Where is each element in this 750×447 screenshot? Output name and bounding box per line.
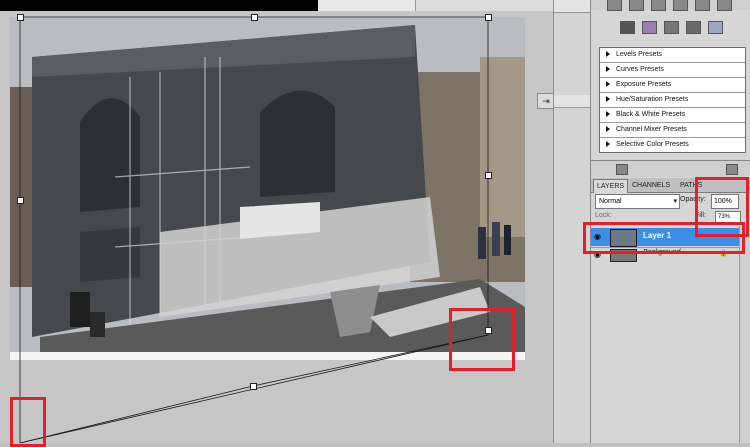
worker-figure: [90, 312, 105, 337]
adjustment-icon[interactable]: [717, 0, 732, 11]
preset-expand-icon: [606, 126, 610, 133]
panel-footer: [591, 160, 750, 177]
preset-expand-icon: [606, 111, 610, 118]
transform-handle-top-left[interactable]: [17, 14, 24, 21]
presets-list: Levels Presets Curves Presets Exposure P…: [599, 47, 746, 153]
adjustments-layers-panel: Levels Presets Curves Presets Exposure P…: [590, 0, 750, 443]
opacity-label: Opacity:: [680, 196, 706, 203]
panel-dock-divider: [553, 0, 591, 443]
dock-segment: [554, 95, 591, 108]
document-window-titlebar: [0, 0, 318, 11]
tab-paths[interactable]: PATHS: [677, 179, 705, 192]
layer-thumbnail: [610, 229, 637, 247]
adjustments-toolbar: [591, 18, 750, 38]
adjustment-icon[interactable]: [642, 21, 657, 34]
transform-handle-middle-left[interactable]: [17, 197, 24, 204]
adjustments-toolbar-top: [591, 0, 750, 11]
adjustment-icon[interactable]: [686, 21, 701, 34]
worker-figure: [70, 292, 90, 327]
transform-handle-bottom-right[interactable]: [485, 327, 492, 334]
preset-item[interactable]: Exposure Presets: [600, 78, 745, 93]
panel-footer-icon[interactable]: [726, 164, 738, 175]
chevron-down-icon: ▾: [673, 198, 677, 205]
street-building-left: [10, 87, 35, 287]
document-window-strip: [318, 0, 418, 11]
adjustment-icon[interactable]: [673, 0, 688, 11]
layer-name: Layer 1: [643, 231, 672, 240]
adjustment-icon[interactable]: [629, 0, 644, 11]
eye-icon[interactable]: ◉: [594, 232, 604, 241]
adjustment-icon[interactable]: [708, 21, 723, 34]
street-building-far-right: [480, 57, 525, 237]
pedestrian: [478, 227, 486, 259]
preset-expand-icon: [606, 96, 610, 103]
photo-composite: [10, 17, 525, 356]
lock-row: Lock: Fill: 73%: [595, 211, 747, 224]
dock-segment: [554, 0, 591, 13]
layered-photo[interactable]: [10, 17, 525, 356]
layers-scrollbar[interactable]: [739, 226, 750, 443]
preset-item[interactable]: Hue/Saturation Presets: [600, 93, 745, 108]
transform-handle-bottom-middle[interactable]: [250, 383, 257, 390]
preset-expand-icon: [606, 141, 610, 148]
gothic-window-left: [80, 98, 140, 212]
opacity-field[interactable]: 100%: [711, 194, 739, 209]
preset-item[interactable]: Channel Mixer Presets: [600, 123, 745, 138]
adjustment-icon[interactable]: [695, 0, 710, 11]
gothic-window-right: [260, 90, 335, 197]
layer-thumbnail: [610, 249, 637, 262]
fill-field[interactable]: 73%: [715, 211, 741, 224]
layers-panel-tabs: LAYERS CHANNELS PATHS: [591, 178, 750, 193]
adjustment-icon[interactable]: [651, 0, 666, 11]
photo-bottom-edge: [10, 352, 525, 360]
tab-layers[interactable]: LAYERS: [593, 179, 629, 193]
adjustment-icon[interactable]: [607, 0, 622, 11]
layer-row-background[interactable]: ◉ Background 🔒: [591, 247, 739, 262]
preset-item[interactable]: Levels Presets: [600, 48, 745, 63]
eye-icon[interactable]: ◉: [594, 250, 601, 259]
lock-label: Lock:: [595, 212, 612, 219]
preset-item[interactable]: Black & White Presets: [600, 108, 745, 123]
fill-label: Fill:: [695, 212, 706, 219]
preset-item[interactable]: Curves Presets: [600, 63, 745, 78]
preset-item[interactable]: Selective Color Presets: [600, 138, 745, 152]
pedestrian: [492, 222, 500, 256]
preset-expand-icon: [606, 66, 610, 73]
horizontal-scrollbar[interactable]: [415, 0, 554, 11]
blend-mode-select[interactable]: Normal ▾: [595, 194, 680, 209]
tab-channels[interactable]: CHANNELS: [629, 179, 673, 192]
preset-expand-icon: [606, 81, 610, 88]
lock-icon: 🔒: [719, 250, 728, 257]
lower-window: [80, 227, 140, 282]
transform-handle-middle-right[interactable]: [485, 172, 492, 179]
transform-handle-top-middle[interactable]: [251, 14, 258, 21]
layer-name: Background: [643, 249, 681, 256]
transform-handle-top-right[interactable]: [485, 14, 492, 21]
adjustment-icon[interactable]: [664, 21, 679, 34]
layer-row-layer-1[interactable]: ◉ Layer 1: [591, 228, 739, 247]
preset-expand-icon: [606, 51, 610, 58]
pedestrian: [504, 225, 511, 255]
panel-footer-icon[interactable]: [616, 164, 628, 175]
adjustment-icon[interactable]: [620, 21, 635, 34]
